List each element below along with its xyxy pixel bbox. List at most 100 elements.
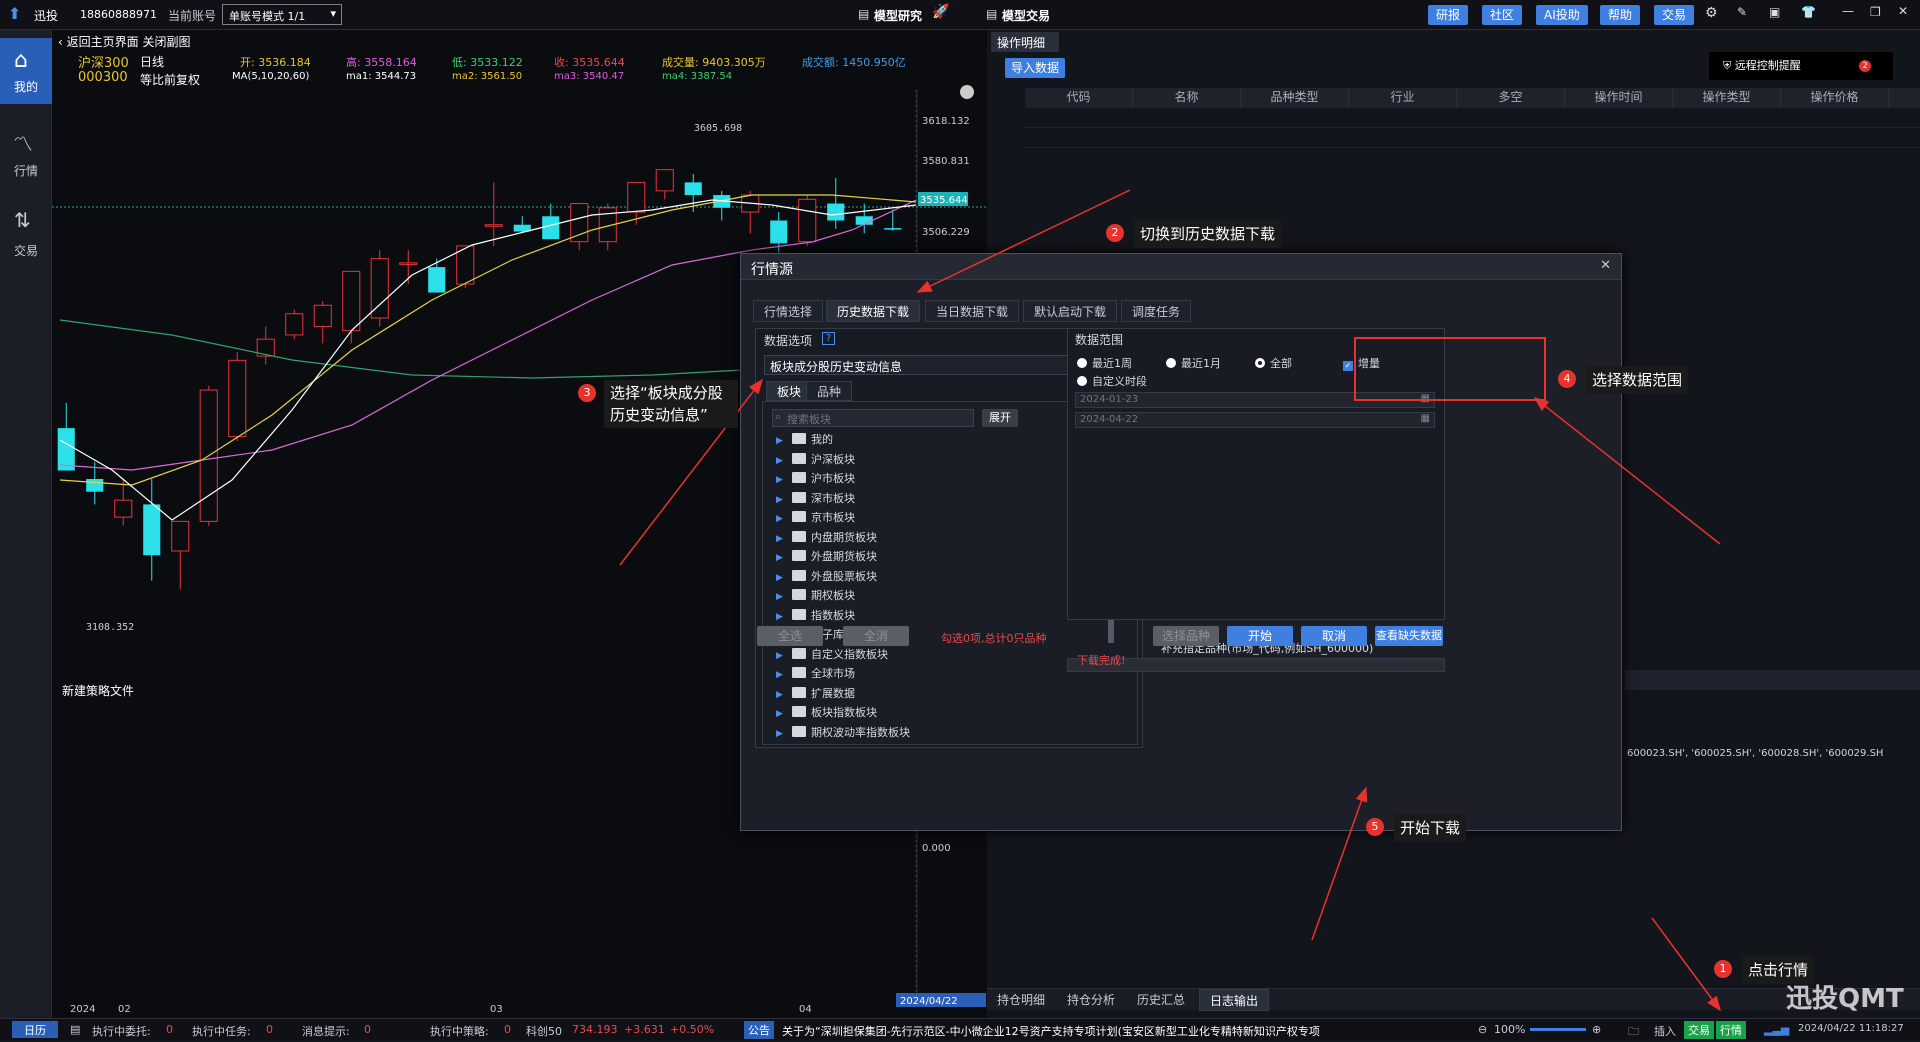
- model-trade-label[interactable]: 模型交易: [1002, 7, 1050, 24]
- calendar-icon[interactable]: ▦: [1421, 413, 1430, 424]
- status-market-button[interactable]: 行情: [1716, 1021, 1746, 1039]
- restore-icon[interactable]: ❐: [1870, 5, 1881, 19]
- view-missing-data-button[interactable]: 查看缺失数据: [1375, 626, 1443, 646]
- expand-arrow-icon[interactable]: ▶: [776, 729, 786, 739]
- tree-item[interactable]: ▶ 沪市板块: [776, 470, 855, 488]
- zoom-out-icon[interactable]: ⊖: [1478, 1023, 1487, 1036]
- tab-position-detail[interactable]: 持仓明细: [987, 989, 1055, 1011]
- select-all-button[interactable]: 全选: [757, 626, 823, 646]
- tree-item[interactable]: ▶ 京市板块: [776, 509, 855, 527]
- expand-arrow-icon[interactable]: ▶: [776, 534, 786, 544]
- candle-body[interactable]: [770, 220, 788, 244]
- expand-arrow-icon[interactable]: ▶: [776, 612, 786, 622]
- radio-all[interactable]: 全部: [1255, 355, 1292, 371]
- sidebar-item-market[interactable]: 〽 行情: [0, 122, 52, 184]
- tab-default-startup[interactable]: 默认启动下载: [1023, 300, 1118, 322]
- candle-body[interactable]: [855, 216, 873, 225]
- minimize-icon[interactable]: —: [1842, 4, 1854, 18]
- community-button[interactable]: 社区: [1482, 5, 1523, 25]
- zoom-in-icon[interactable]: ⊕: [1592, 1023, 1601, 1036]
- tree-item[interactable]: ▶ 自定义指数板块: [776, 646, 888, 664]
- start-download-button[interactable]: 开始: [1227, 626, 1293, 646]
- tab-history-summary[interactable]: 历史汇总: [1127, 989, 1195, 1011]
- end-date-input[interactable]: 2024-04-22 ▦: [1075, 412, 1435, 428]
- tab-variety[interactable]: 品种: [806, 381, 853, 401]
- close-icon[interactable]: ✕: [1600, 258, 1611, 273]
- tree-item[interactable]: ▶ 我的: [776, 431, 833, 449]
- candle-body[interactable]: [428, 267, 446, 293]
- expand-arrow-icon[interactable]: ▶: [776, 573, 786, 583]
- trade-button[interactable]: 交易: [1654, 5, 1695, 25]
- plugin-label[interactable]: 插入: [1654, 1023, 1676, 1039]
- expand-arrow-icon[interactable]: ▶: [776, 456, 786, 466]
- radio-last-week[interactable]: 最近1周: [1077, 355, 1132, 371]
- col-direction[interactable]: 多空: [1457, 88, 1565, 108]
- candle-body[interactable]: [313, 304, 332, 327]
- tree-item[interactable]: ▶ 指数板块: [776, 607, 855, 625]
- research-report-button[interactable]: 研报: [1428, 5, 1469, 25]
- search-input[interactable]: ⌕ 搜索板块: [772, 409, 974, 427]
- select-variety-button[interactable]: 选择品种: [1153, 626, 1219, 646]
- help-button[interactable]: 帮助: [1600, 5, 1641, 25]
- status-trade-button[interactable]: 交易: [1684, 1021, 1714, 1039]
- remote-alert[interactable]: ⛨ 远程控制提醒 2: [1709, 52, 1893, 80]
- candle-body[interactable]: [542, 216, 560, 240]
- tab-schedule[interactable]: 调度任务: [1121, 300, 1192, 322]
- close-icon[interactable]: ✕: [1898, 4, 1908, 18]
- expand-arrow-icon[interactable]: ▶: [776, 690, 786, 700]
- col-name[interactable]: 名称: [1133, 88, 1241, 108]
- import-data-button[interactable]: 导入数据: [1005, 58, 1065, 78]
- start-date-input[interactable]: 2024-01-23 ▦: [1075, 392, 1435, 408]
- expand-arrow-icon[interactable]: ▶: [776, 670, 786, 680]
- candle-body[interactable]: [285, 313, 304, 336]
- select-none-button[interactable]: 全消: [843, 626, 909, 646]
- candle-body[interactable]: [114, 499, 133, 518]
- expand-arrow-icon[interactable]: ▶: [776, 651, 786, 661]
- zoom-slider[interactable]: [1530, 1028, 1586, 1031]
- tab-today-download[interactable]: 当日数据下载: [925, 300, 1020, 322]
- expand-button[interactable]: 展开: [982, 409, 1018, 427]
- notice-tag[interactable]: 公告: [744, 1021, 774, 1039]
- tree-item[interactable]: ▶ 外盘股票板块: [776, 568, 877, 586]
- edit-icon[interactable]: ✎: [1737, 5, 1747, 19]
- help-icon[interactable]: ?: [822, 332, 835, 345]
- candle-body[interactable]: [684, 182, 702, 196]
- tree-item[interactable]: ▶ 全球市场: [776, 665, 855, 683]
- cancel-button[interactable]: 取消: [1301, 626, 1367, 646]
- tree-item[interactable]: ▶ 板块指数板块: [776, 704, 877, 722]
- candle-body[interactable]: [143, 504, 161, 556]
- candle-body[interactable]: [171, 520, 190, 552]
- tree-item[interactable]: ▶ 深市板块: [776, 490, 855, 508]
- account-mode-select[interactable]: 单账号模式 1/1 ▾: [222, 4, 342, 25]
- expand-arrow-icon[interactable]: ▶: [776, 475, 786, 485]
- collapse-icon[interactable]: [960, 85, 974, 99]
- calendar-icon[interactable]: ▦: [1421, 393, 1430, 404]
- candle-body[interactable]: [570, 203, 589, 243]
- expand-arrow-icon[interactable]: ▶: [776, 553, 786, 563]
- candle-body[interactable]: [342, 270, 361, 332]
- expand-arrow-icon[interactable]: ▶: [776, 592, 786, 602]
- tab-market-select[interactable]: 行情选择: [753, 300, 824, 322]
- shirt-icon[interactable]: 👕: [1801, 5, 1816, 19]
- expand-arrow-icon[interactable]: ▶: [776, 709, 786, 719]
- model-research-label[interactable]: 模型研究: [874, 7, 922, 24]
- tree-item[interactable]: ▶ 期权板块: [776, 587, 855, 605]
- notice-ticker[interactable]: 关于为“深圳担保集团-先行示范区-中小微企业12号资产支持专项计划(宝安区新型工…: [782, 1023, 1382, 1039]
- candle-body[interactable]: [86, 478, 104, 492]
- expand-arrow-icon[interactable]: ▶: [776, 514, 786, 524]
- ai-advisor-button[interactable]: AI投助: [1536, 5, 1588, 25]
- col-op-time[interactable]: 操作时间: [1565, 88, 1673, 108]
- tab-position-analysis[interactable]: 持仓分析: [1057, 989, 1125, 1011]
- screen-icon[interactable]: ▣: [1769, 5, 1780, 19]
- checkbox-incremental[interactable]: ✓ 增量: [1343, 355, 1380, 371]
- col-industry[interactable]: 行业: [1349, 88, 1457, 108]
- tree-item[interactable]: ▶ 扩展数据: [776, 685, 855, 703]
- col-code[interactable]: 代码: [1025, 88, 1133, 108]
- tab-history-download[interactable]: 历史数据下载: [826, 300, 921, 322]
- radio-last-month[interactable]: 最近1月: [1166, 355, 1221, 371]
- tree-item[interactable]: ▶ 期权波动率指数板块: [776, 724, 910, 742]
- col-variety-type[interactable]: 品种类型: [1241, 88, 1349, 108]
- candle-body[interactable]: [370, 258, 389, 319]
- candle-body[interactable]: [57, 428, 75, 471]
- col-op-type[interactable]: 操作类型: [1673, 88, 1781, 108]
